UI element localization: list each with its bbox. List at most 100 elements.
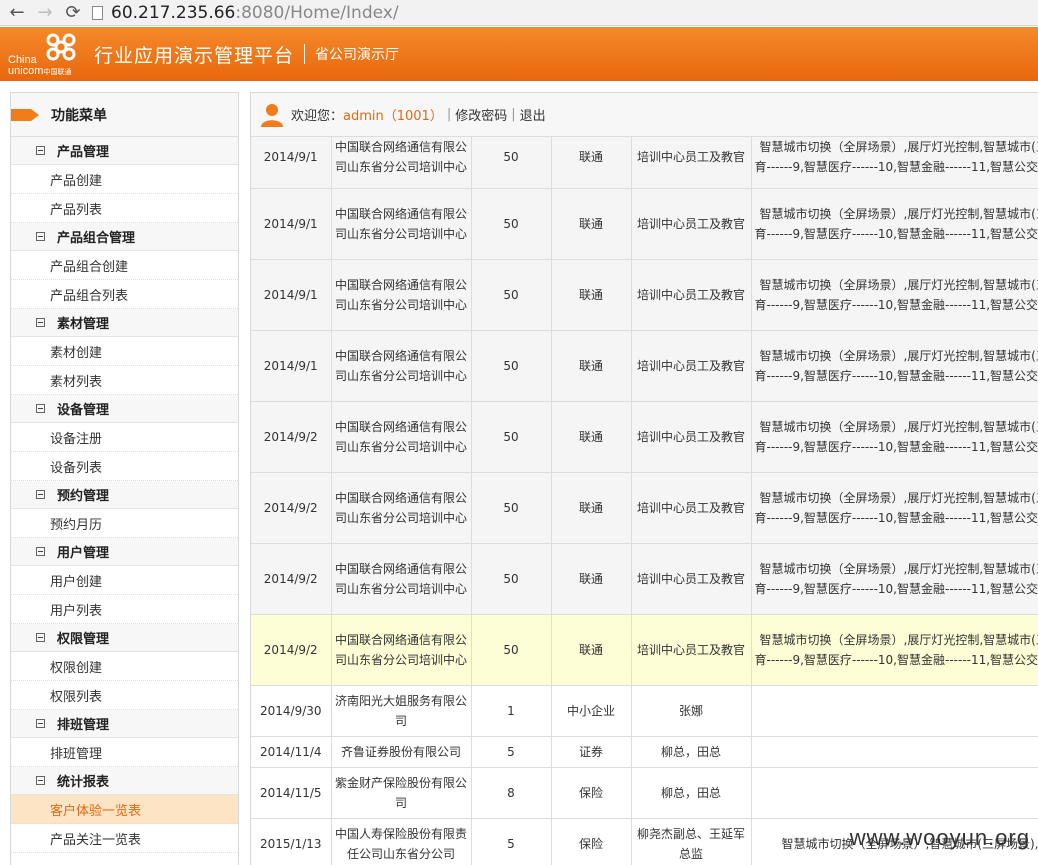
experience-items-cell: 智慧城市切换（全屏场景）,展厅灯光控制,智慧城市(三 育------9,智慧医疗-… [751,188,1038,260]
menu-group-product[interactable]: 产品管理 [11,137,238,165]
menu-item-user-create[interactable]: 用户创建 [11,566,238,595]
visitor-cell: 培训中心员工及教官 [631,401,752,473]
collapse-icon[interactable] [36,776,45,785]
date-cell: 2014/9/2 [251,543,332,615]
menu-group-product-combo[interactable]: 产品组合管理 [11,223,238,251]
table-row[interactable]: 2014/9/1 中国联合网络通信有限公司山东省分公司培训中心 50 联通 培训中心员工… [251,137,1038,189]
visitor-cell: 柳尧杰副总、王延军总监 [631,818,752,865]
date-cell: 2014/9/1 [251,137,332,189]
table-row[interactable]: 2014/9/2 中国联合网络通信有限公司山东省分公司培训中心 50 联通 培训中心员工… [251,401,1038,473]
menu-group-label: 产品组合管理 [57,231,136,246]
menu-group-booking[interactable]: 预约管理 [11,481,238,509]
url-host: 60.217.235.66 [111,2,236,23]
menu-item-product-attention[interactable]: 产品关注一览表 [11,824,238,853]
count-cell: 1 [471,685,552,737]
date-cell: 2014/9/1 [251,330,332,402]
menu-item-permission-create[interactable]: 权限创建 [11,652,238,681]
menu-item-booking-calendar[interactable]: 预约月历 [11,509,238,538]
count-cell: 50 [471,543,552,615]
industry-cell: 联通 [551,401,632,473]
menu-item-device-register[interactable]: 设备注册 [11,423,238,452]
table-row[interactable]: 2014/9/2 中国联合网络通信有限公司山东省分公司培训中心 50 联通 培训中心员工… [251,614,1038,686]
industry-cell: 中小企业 [551,685,632,737]
menu-group-label: 预约管理 [57,489,110,504]
table-row[interactable]: 2014/9/30 济南阳光大姐服务有限公司 1 中小企业 张娜 [251,685,1038,737]
menu-item-combo-list[interactable]: 产品组合列表 [11,280,238,309]
visitor-cell: 培训中心员工及教官 [631,472,752,544]
sidebar-header: 功能菜单 [11,93,238,137]
menu-item-permission-list[interactable]: 权限列表 [11,681,238,710]
change-password-link[interactable]: 修改密码 [455,105,507,124]
url-path: :8080/Home/Index/ [235,2,399,23]
menu-group-device[interactable]: 设备管理 [11,395,238,423]
menu-group-permission[interactable]: 权限管理 [11,624,238,652]
company-cell: 中国联合网络通信有限公司山东省分公司培训中心 [331,614,472,686]
visitor-cell: 培训中心员工及教官 [631,188,752,260]
menu-item-product-list[interactable]: 产品列表 [11,194,238,223]
collapse-icon[interactable] [36,146,45,155]
collapse-icon[interactable] [36,490,45,499]
visitor-cell: 培训中心员工及教官 [631,543,752,615]
table-row[interactable]: 2014/9/2 中国联合网络通信有限公司山东省分公司培训中心 50 联通 培训中心员工… [251,543,1038,615]
forward-arrow-icon[interactable]: → [34,2,56,24]
menu-item-combo-create[interactable]: 产品组合创建 [11,251,238,280]
app-subtitle: 省公司演示厅 [315,47,400,63]
menu-item-product-create[interactable]: 产品创建 [11,165,238,194]
menu-item-schedule[interactable]: 排班管理 [11,738,238,767]
experience-line-1: 智慧城市切换（全屏场景）,展厅灯光控制,智慧城市(三 [759,206,1038,221]
collapse-icon[interactable] [36,719,45,728]
industry-cell: 联通 [551,259,632,331]
count-cell: 50 [471,472,552,544]
menu-item-material-list[interactable]: 素材列表 [11,366,238,395]
company-cell: 中国联合网络通信有限公司山东省分公司培训中心 [331,401,472,473]
collapse-icon[interactable] [36,318,45,327]
experience-line-2: 育------9,智慧医疗------10,智慧金融------11,智慧公交 [754,297,1038,312]
company-cell: 中国联合网络通信有限公司山东省分公司培训中心 [331,543,472,615]
browser-address-bar: ← → ⟳ 60.217.235.66:8080/Home/Index/ [0,0,1038,26]
menu-item-user-list[interactable]: 用户列表 [11,595,238,624]
experience-line-1: 智慧城市切换（全屏场景）,展厅灯光控制,智慧城市(三 [759,277,1038,292]
menu-group-material[interactable]: 素材管理 [11,309,238,337]
table-row[interactable]: 2014/9/1 中国联合网络通信有限公司山东省分公司培训中心 50 联通 培训中心员工… [251,188,1038,260]
sidebar-title: 功能菜单 [51,107,107,124]
count-cell: 50 [471,137,552,189]
watermark: www.wooyun.org [849,825,1030,850]
date-cell: 2014/11/5 [251,767,332,819]
reload-icon[interactable]: ⟳ [62,2,84,24]
table-row[interactable]: 2014/9/1 中国联合网络通信有限公司山东省分公司培训中心 50 联通 培训中心员工… [251,330,1038,402]
table-row[interactable]: 2014/9/1 中国联合网络通信有限公司山东省分公司培训中心 50 联通 培训中心员工… [251,259,1038,331]
experience-items-cell: 智慧城市切换（全屏场景）,展厅灯光控制,智慧城市(三 育------9,智慧医疗-… [751,330,1038,402]
menu-item-material-create[interactable]: 素材创建 [11,337,238,366]
count-cell: 50 [471,330,552,402]
date-cell: 2014/9/1 [251,259,332,331]
experience-items-cell: 智慧城市切换（全屏场景）,展厅灯光控制,智慧城市(三 育------9,智慧医疗-… [751,543,1038,615]
menu-group-label: 统计报表 [57,775,110,790]
menu-group-schedule[interactable]: 排班管理 [11,710,238,738]
company-cell: 中国联合网络通信有限公司山东省分公司培训中心 [331,472,472,544]
collapse-icon[interactable] [36,232,45,241]
menu-item-customer-experience[interactable]: 客户体验一览表 [11,795,238,824]
company-cell: 中国联合网络通信有限公司山东省分公司培训中心 [331,188,472,260]
logout-link[interactable]: 退出 [520,105,546,124]
menu-group-report[interactable]: 统计报表 [11,767,238,795]
url-field[interactable]: 60.217.235.66:8080/Home/Index/ [92,2,399,24]
back-arrow-icon[interactable]: ← [6,2,28,24]
menu-group-user[interactable]: 用户管理 [11,538,238,566]
table-row[interactable]: 2014/11/5 紫金财产保险股份有限公司 8 保险 柳总，田总 [251,767,1038,819]
menu-group-label: 用户管理 [57,546,110,561]
visitor-cell: 柳总，田总 [631,736,752,768]
experience-line-1: 智慧城市切换（全屏场景）,展厅灯光控制,智慧城市(三 [759,139,1038,154]
table-viewport[interactable]: 2014/9/1 中国联合网络通信有限公司山东省分公司培训中心 50 联通 培训中心员工… [251,137,1038,865]
user-icon [261,103,283,127]
menu-item-device-list[interactable]: 设备列表 [11,452,238,481]
count-cell: 5 [471,736,552,768]
menu-group-label: 产品管理 [57,145,110,160]
table-row[interactable]: 2014/11/4 齐鲁证券股份有限公司 5 证券 柳总，田总 [251,736,1038,768]
date-cell: 2014/9/2 [251,472,332,544]
collapse-icon[interactable] [36,633,45,642]
menu-group-label: 排班管理 [57,718,110,733]
experience-line-2: 育------9,智慧医疗------10,智慧金融------11,智慧公交 [754,368,1038,383]
table-row[interactable]: 2014/9/2 中国联合网络通信有限公司山东省分公司培训中心 50 联通 培训中心员工… [251,472,1038,544]
collapse-icon[interactable] [36,404,45,413]
collapse-icon[interactable] [36,547,45,556]
